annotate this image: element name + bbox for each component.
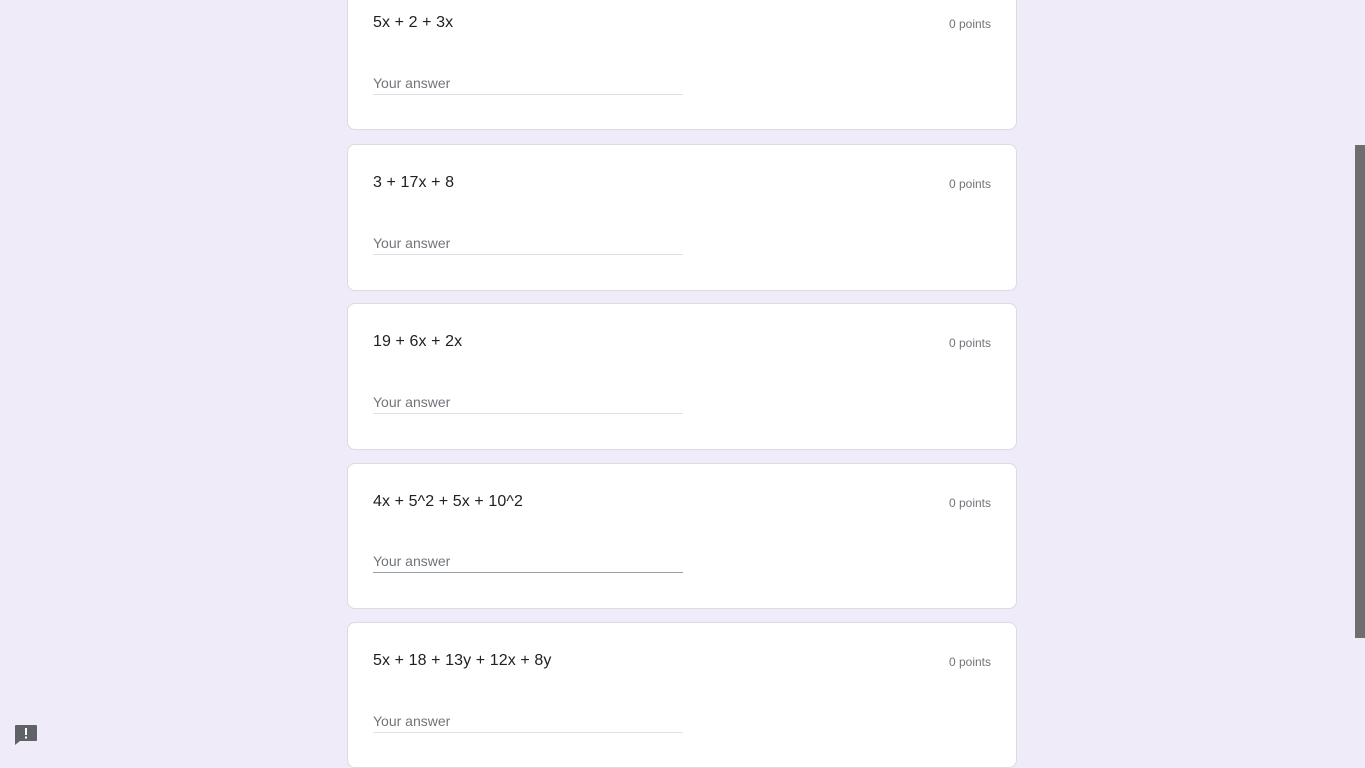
- question-title: 19 + 6x + 2x: [373, 333, 463, 350]
- question-title: 5x + 18 + 13y + 12x + 8y: [373, 652, 552, 669]
- scrollbar-thumb[interactable]: [1355, 145, 1365, 638]
- question-title: 4x + 5^2 + 5x + 10^2: [373, 493, 524, 510]
- question-title: 5x + 2 + 3x: [373, 14, 454, 31]
- answer-input[interactable]: [373, 710, 683, 733]
- question-points: 0 points: [948, 496, 991, 510]
- answer-input[interactable]: [373, 72, 683, 95]
- question-points: 0 points: [948, 17, 991, 31]
- question-card: 5x + 18 + 13y + 12x + 8y 0 points: [347, 622, 1017, 768]
- question-card: 4x + 5^2 + 5x + 10^2 0 points: [347, 463, 1017, 609]
- question-card: 3 + 17x + 8 0 points: [347, 144, 1017, 291]
- question-points: 0 points: [948, 655, 991, 669]
- report-feedback-icon[interactable]: [14, 724, 38, 746]
- question-points: 0 points: [948, 336, 991, 350]
- question-card: 5x + 2 + 3x 0 points: [347, 0, 1017, 130]
- answer-input[interactable]: [373, 391, 683, 414]
- question-points: 0 points: [948, 177, 991, 191]
- question-title: 3 + 17x + 8: [373, 174, 455, 191]
- form-page: 5x + 2 + 3x 0 points 3 + 17x + 8 0 point…: [0, 0, 1365, 768]
- answer-input[interactable]: [373, 550, 683, 573]
- answer-input[interactable]: [373, 232, 683, 255]
- question-card: 19 + 6x + 2x 0 points: [347, 303, 1017, 450]
